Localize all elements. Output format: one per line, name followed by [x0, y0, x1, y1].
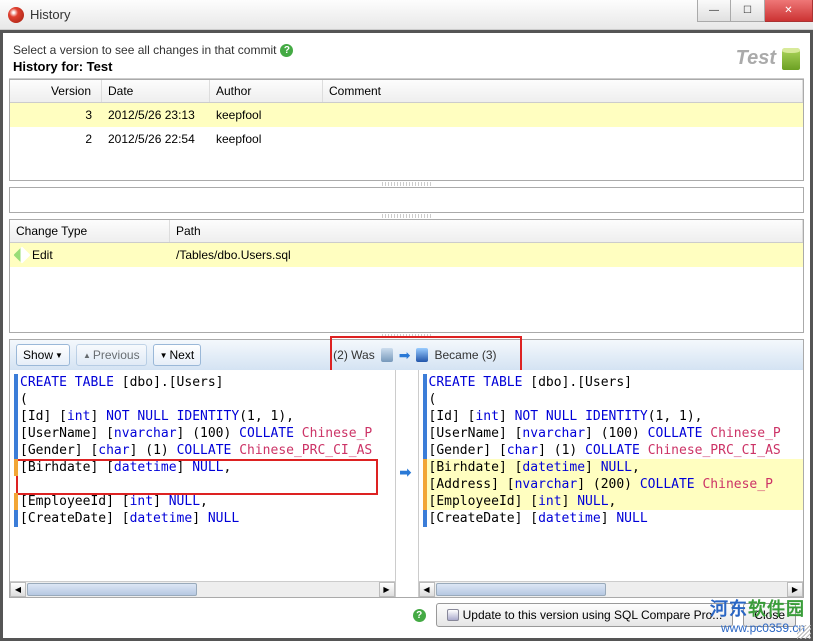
edit-icon: [14, 247, 31, 264]
code-line: CREATE TABLE [dbo].[Users]: [423, 374, 804, 391]
scrollbar-left[interactable]: ◀▶: [10, 581, 395, 597]
update-version-button[interactable]: Update to this version using SQL Compare…: [436, 603, 734, 627]
minimize-button[interactable]: —: [697, 0, 731, 22]
diff-gutter: ➡: [395, 370, 419, 597]
cylinder-was-icon: [381, 348, 393, 362]
code-line: [Birhdate] [datetime] NULL,: [14, 459, 395, 476]
database-label: Test: [736, 47, 776, 70]
changes-table-header: Change Type Path: [10, 220, 803, 243]
history-for-name: Test: [87, 59, 113, 74]
database-icon: [782, 48, 800, 70]
history-row[interactable]: 32012/5/26 23:13keepfool: [10, 103, 803, 127]
history-table-header: Version Date Author Comment: [10, 80, 803, 103]
splitter-2[interactable]: [9, 213, 804, 219]
code-line: CREATE TABLE [dbo].[Users]: [14, 374, 395, 391]
window-title: History: [30, 7, 70, 22]
splitter-3[interactable]: [9, 333, 804, 339]
code-line: [14, 476, 395, 493]
cylinder-became-icon: [416, 348, 428, 362]
code-line: [Gender] [char] (1) COLLATE Chinese_PRC_…: [14, 442, 395, 459]
code-line: (: [423, 391, 804, 408]
col-author[interactable]: Author: [210, 80, 323, 102]
code-line: [Gender] [char] (1) COLLATE Chinese_PRC_…: [423, 442, 804, 459]
splitter-1[interactable]: [9, 181, 804, 187]
window-controls: — ☐ ✕: [697, 0, 813, 22]
help-icon[interactable]: ?: [280, 44, 293, 57]
col-comment[interactable]: Comment: [323, 80, 803, 102]
diff-panel: Show ▼ ▲ Previous ▼ Next (2) Was ➡ Becam…: [9, 339, 804, 598]
close-button[interactable]: Close: [743, 603, 796, 627]
code-line: [CreateDate] [datetime] NULL: [14, 510, 395, 527]
became-label: Became (3): [434, 348, 496, 362]
col-change-type[interactable]: Change Type: [10, 220, 170, 242]
header-row: Select a version to see all changes in t…: [9, 39, 804, 74]
footer-bar: ? Update to this version using SQL Compa…: [9, 598, 804, 632]
diff-right-pane: CREATE TABLE [dbo].[Users]([Id] [int] NO…: [419, 370, 804, 597]
col-path[interactable]: Path: [170, 220, 803, 242]
close-window-button[interactable]: ✕: [765, 0, 813, 22]
next-button[interactable]: ▼ Next: [153, 344, 202, 366]
filter-panel: [9, 187, 804, 213]
col-date[interactable]: Date: [102, 80, 210, 102]
changes-panel: Change Type Path Edit/Tables/dbo.Users.s…: [9, 219, 804, 333]
footer-help-icon[interactable]: ?: [413, 609, 426, 622]
resize-grip[interactable]: [797, 625, 811, 639]
previous-button[interactable]: ▲ Previous: [76, 344, 147, 366]
history-for-prefix: History for:: [13, 59, 87, 74]
col-version[interactable]: Version: [10, 80, 102, 102]
history-row[interactable]: 22012/5/26 22:54keepfool: [10, 127, 803, 151]
was-became-label: (2) Was ➡ Became (3): [333, 347, 496, 364]
code-line: [UserName] [nvarchar] (100) COLLATE Chin…: [423, 425, 804, 442]
help-text: Select a version to see all changes in t…: [13, 43, 276, 57]
code-line: [UserName] [nvarchar] (100) COLLATE Chin…: [14, 425, 395, 442]
history-table-panel: Version Date Author Comment 32012/5/26 2…: [9, 79, 804, 181]
changes-row[interactable]: Edit/Tables/dbo.Users.sql: [10, 243, 803, 267]
maximize-button[interactable]: ☐: [731, 0, 765, 22]
window-titlebar: History — ☐ ✕: [0, 0, 813, 30]
diff-toolbar: Show ▼ ▲ Previous ▼ Next (2) Was ➡ Becam…: [10, 340, 803, 370]
code-line: [Id] [int] NOT NULL IDENTITY(1, 1),: [423, 408, 804, 425]
app-icon: [8, 7, 24, 23]
diff-arrow-icon: ➡: [400, 464, 412, 481]
code-line: [Id] [int] NOT NULL IDENTITY(1, 1),: [14, 408, 395, 425]
compare-icon: [447, 609, 459, 621]
code-line: [EmployeeId] [int] NULL,: [14, 493, 395, 510]
code-line: [CreateDate] [datetime] NULL: [423, 510, 804, 527]
code-line: [Birhdate] [datetime] NULL,: [423, 459, 804, 476]
scrollbar-right[interactable]: ◀▶: [419, 581, 804, 597]
code-line: [Address] [nvarchar] (200) COLLATE Chine…: [423, 476, 804, 493]
show-button[interactable]: Show ▼: [16, 344, 70, 366]
code-line: [EmployeeId] [int] NULL,: [423, 493, 804, 510]
code-line: (: [14, 391, 395, 408]
arrow-icon: ➡: [399, 347, 411, 364]
diff-left-pane: CREATE TABLE [dbo].[Users]([Id] [int] NO…: [10, 370, 395, 597]
was-label: (2) Was: [333, 348, 375, 362]
